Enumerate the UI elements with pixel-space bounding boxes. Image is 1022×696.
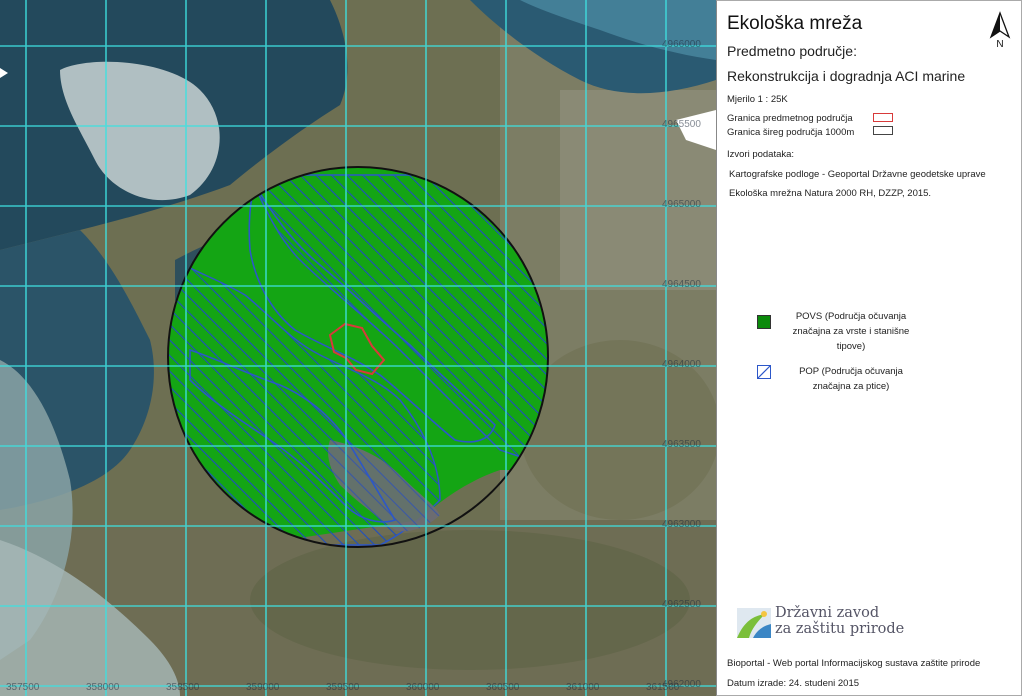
footer-date: Datum izrade: 24. studeni 2015 [727,678,860,689]
map-view[interactable]: 357500 358000 358500 359000 359500 360000 3605… [0,0,716,696]
y-coordinate-label: 4964500 [662,279,701,290]
x-coordinate-label: 358000 [86,682,120,693]
y-coordinate-label: 4964000 [662,359,701,370]
x-coordinate-label: 360000 [406,682,440,693]
footer-portal: Bioportal - Web portal Informacijskog su… [727,658,981,669]
x-coordinate-label: 358500 [166,682,200,693]
povs-legend-swatch [757,315,771,329]
x-coordinate-label: 359500 [326,682,360,693]
boundary-subject-label: Granica predmetnog područja [727,113,853,124]
y-coordinate-label: 4962500 [662,599,701,610]
x-coordinate-label: 360500 [486,682,520,693]
logo-line-2: za zaštitu prirode [775,621,905,637]
map-canvas[interactable] [0,0,716,696]
y-coordinate-label: 4963000 [662,519,701,530]
y-coordinate-label: 4963500 [662,439,701,450]
source-1: Kartografske podloge - Geoportal Državne… [729,169,986,180]
x-coordinate-label: 357500 [6,682,40,693]
pop-legend-label: POP (Područja očuvanja značajna za ptice… [799,366,903,392]
scale-text: Mjerilo 1 : 25K [727,94,788,105]
povs-legend-label: POVS (Područja očuvanja značajna za vrst… [792,311,910,352]
y-coordinate-label: 4965500 [662,119,701,130]
x-coordinate-label: 361000 [566,682,600,693]
y-coordinate-label: 4965000 [662,199,701,210]
y-coordinate-label: 4962000 [662,679,701,690]
source-2: Ekološka mrežna Natura 2000 RH, DZZP, 20… [729,188,932,199]
sources-label: Izvori podataka: [727,149,795,160]
logo-text: Državni zavod za zaštitu prirode [775,605,904,637]
subject-label: Predmetno područje: [727,43,857,59]
north-label: N [996,39,1003,49]
subject-name: Rekonstrukcija i dogradnja ACI marine [727,68,966,84]
north-arrow-icon: N [989,11,1011,49]
logo-line-1: Državni zavod [775,605,880,621]
boundary-wider-label: Granica šireg područja 1000m [727,127,855,138]
pop-legend-swatch [757,365,771,379]
dzzp-logo-icon [737,608,771,638]
boundary-wider-swatch [873,126,893,135]
map-legend-panel: Ekološka mreža N Predmetno područje: Rek… [716,0,1022,696]
y-coordinate-label: 4966000 [662,39,701,50]
boundary-subject-swatch [873,113,893,122]
panel-title: Ekološka mreža [727,13,863,34]
x-coordinate-label: 359000 [246,682,280,693]
